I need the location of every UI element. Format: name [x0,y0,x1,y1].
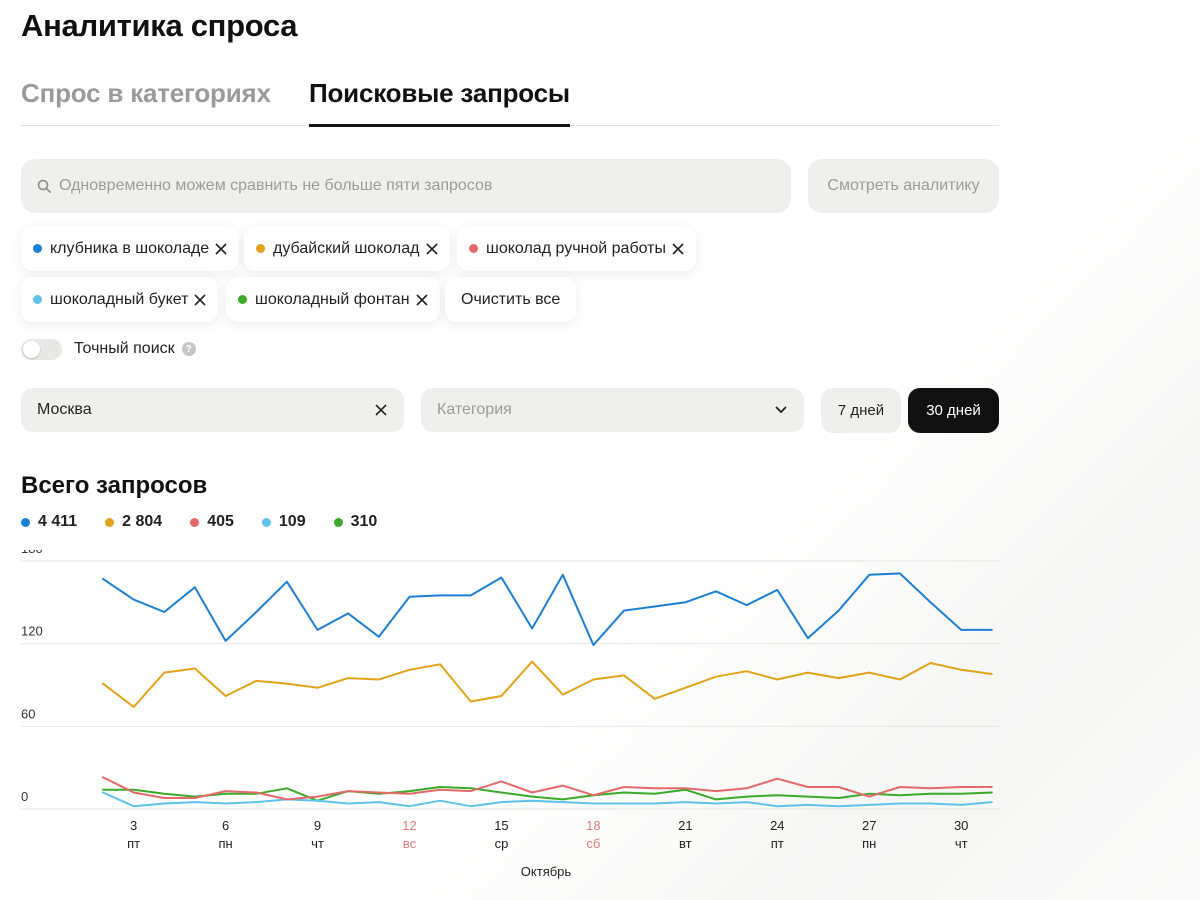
series-color-dot [238,295,247,304]
query-chip: шоколадный фонтан [226,277,440,322]
query-chip-label: дубайский шоколад [273,239,420,257]
y-tick-label: 120 [21,624,43,639]
line-chart: 0 60 120 180 3 пт 6 пн 9 чт 12 вс 15 ср 18 сб 21 вт 24 пт 27… [21,550,999,879]
series-color-dot [21,517,30,527]
x-tick-weekday: пн [218,836,232,851]
close-icon[interactable] [414,292,430,308]
query-chip-label: клубника в шоколаде [50,239,210,257]
city-value: Москва [37,401,92,418]
x-tick-day: 18 [586,818,600,833]
x-tick-weekday: ср [495,836,509,851]
series-color-dot [333,517,343,527]
x-axis-label: Октябрь [521,864,572,879]
legend-item: 405 [190,513,234,531]
query-chip: шоколад ручной работы [457,226,696,271]
category-placeholder: Категория [437,401,512,418]
y-tick-label: 180 [21,550,43,556]
x-tick-weekday: сб [586,836,600,851]
search-icon [37,179,51,193]
query-chip-label: шоколад ручной работы [486,239,666,257]
y-tick-label: 60 [21,706,35,721]
exact-search-label: Точный поиск [74,340,175,357]
x-tick-weekday: чт [311,836,324,851]
legend-item: 310 [333,513,378,531]
view-analytics-button[interactable]: Смотреть аналитику [808,159,999,213]
x-tick-day: 21 [678,818,692,833]
query-chip: шоколадный букет [21,277,219,322]
series-color-dot [256,244,265,253]
query-chip-label: шоколадный букет [50,290,189,308]
legend-item: 2 804 [105,513,162,531]
y-tick-label: 0 [21,789,28,804]
tabs-bar: Спрос в категориях Поисковые запросы [21,78,999,127]
legend-item: 109 [261,513,306,531]
close-icon[interactable] [424,241,440,257]
legend-total: 310 [350,513,378,530]
x-tick-day: 30 [954,818,968,833]
close-icon[interactable] [213,241,229,257]
x-tick-day: 15 [494,818,508,833]
close-icon[interactable] [670,241,686,257]
exact-search-row: Точный поиск ? [21,338,196,360]
close-icon[interactable] [192,292,208,308]
x-tick-day: 27 [862,818,876,833]
x-tick-day: 9 [314,818,321,833]
search-input[interactable] [59,177,759,195]
x-tick-day: 12 [402,818,416,833]
legend-total: 4 411 [38,513,78,530]
exact-search-toggle[interactable] [21,338,62,360]
close-icon[interactable] [374,403,388,417]
tab-search-queries[interactable]: Поисковые запросы [309,78,570,127]
series-color-dot [33,244,42,253]
legend-total: 109 [278,513,306,530]
tab-category-demand[interactable]: Спрос в категориях [21,78,271,109]
period-7-days-button[interactable]: 7 дней [821,388,901,433]
query-chip-label: шоколадный фонтан [255,290,410,308]
chevron-down-icon [775,406,787,414]
category-select[interactable]: Категория [421,388,804,432]
series-line [102,572,993,646]
chart-legend: 4 411 2 804 405 109 310 [21,513,405,531]
query-chip: клубника в шоколаде [21,226,240,271]
page-title: Аналитика спроса [21,8,298,43]
x-tick-weekday: чт [955,836,968,851]
x-tick-day: 3 [130,818,137,833]
x-tick-weekday: пн [862,836,876,851]
search-box [21,159,791,213]
legend-total: 2 804 [122,513,163,530]
city-select[interactable]: Москва [21,388,404,432]
series-color-dot [105,517,115,527]
series-color-dot [190,517,200,527]
x-tick-weekday: пт [771,836,784,851]
chart-title: Всего запросов [21,472,208,499]
question-icon[interactable]: ? [181,342,196,356]
clear-all-button[interactable]: Очистить все [445,277,577,322]
x-tick-weekday: вс [403,836,417,851]
series-line [102,660,993,708]
query-chip: дубайский шоколад [244,226,450,271]
x-tick-day: 24 [770,818,784,833]
series-color-dot [33,295,42,304]
period-30-days-button[interactable]: 30 дней [908,388,999,433]
legend-total: 405 [207,513,234,530]
x-tick-day: 6 [222,818,229,833]
x-tick-weekday: пт [127,836,140,851]
series-color-dot [469,244,478,253]
x-tick-weekday: вт [679,836,692,851]
series-color-dot [261,517,271,527]
legend-item: 4 411 [21,513,77,531]
